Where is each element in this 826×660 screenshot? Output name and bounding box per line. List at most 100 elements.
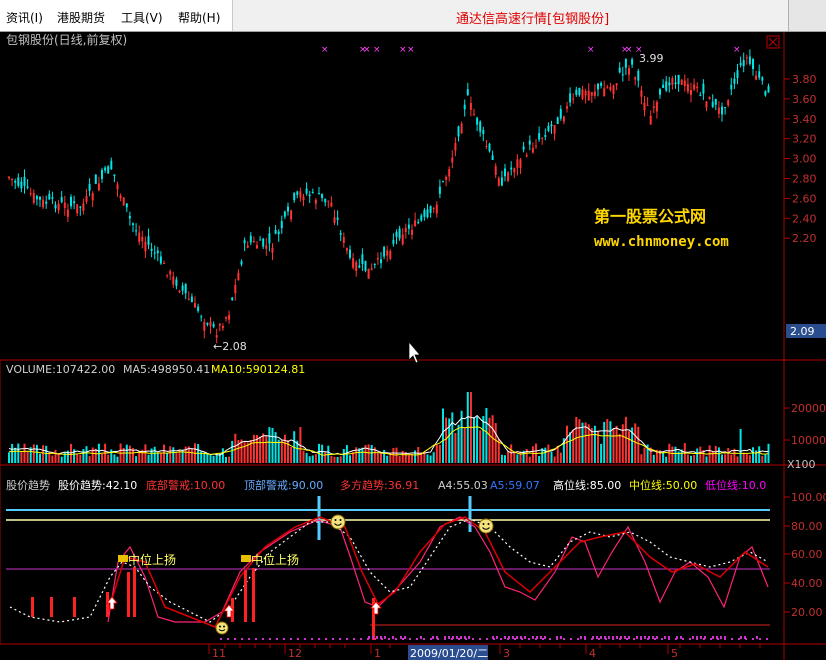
candle-body [337, 218, 339, 220]
candle-body [268, 233, 270, 243]
chart-canvas[interactable]: 包钢股份(日线,前复权) 3.80 3.60 3.40 3.20 3.00 2.80 2.6… [0, 32, 826, 660]
volume-bar [476, 417, 478, 463]
candle-body [148, 236, 150, 244]
indicator-tick-label: 60.00 [791, 548, 823, 561]
volume-bar [27, 452, 29, 463]
candle-body [169, 271, 171, 274]
low-line-dot [744, 636, 746, 639]
low-line-dot [540, 636, 542, 639]
volume-bar [380, 453, 382, 463]
volume-bar [272, 428, 274, 463]
volume-bar [222, 448, 224, 463]
candle-body [631, 59, 633, 64]
candle-body [259, 240, 261, 241]
price-axis: 3.803.603.403.203.002.802.602.402.20 [784, 73, 817, 245]
candle-body [368, 269, 370, 279]
menu-info[interactable]: 资讯(I) [6, 9, 43, 26]
candle-body [625, 59, 627, 68]
menu-tools[interactable]: 工具(V) [121, 9, 163, 26]
volume-bar [107, 455, 109, 463]
indicator-bar [31, 597, 34, 617]
candle-body [303, 197, 305, 200]
candle-body [526, 155, 528, 156]
candle-body [166, 275, 168, 276]
price-tick-label: 2.20 [792, 232, 817, 245]
low-line-dot [636, 636, 638, 639]
candle-body [464, 105, 466, 109]
candle-body [569, 93, 571, 102]
volume-bar [117, 457, 119, 463]
volume-bar [48, 453, 50, 463]
indicator-bar [50, 597, 53, 617]
volume-tick-label: 20000 [791, 402, 826, 415]
low-line-dot [532, 636, 534, 639]
indicator-tick-label: 100.00 [791, 491, 826, 504]
low-line-dot [384, 636, 386, 639]
date-tick-label: 3 [503, 647, 510, 660]
volume-bar [464, 428, 466, 463]
candle-body [361, 254, 363, 264]
low-line-dot [604, 636, 606, 639]
volume-ma10-label: MA10:590124.81 [211, 363, 305, 376]
menu-hk-futures[interactable]: 港股期货 [57, 9, 105, 26]
volume-bar [172, 447, 174, 463]
volume-bar [637, 427, 639, 463]
mid-line-label: 中位线:50.00 [629, 478, 697, 492]
candle-body [761, 77, 763, 80]
candle-body [668, 83, 670, 86]
candle-body [653, 106, 655, 108]
candle-body [278, 232, 280, 235]
volume-bar [70, 444, 72, 463]
candle-body [234, 285, 236, 293]
menu-help[interactable]: 帮助(H) [178, 9, 220, 26]
candle-body [86, 196, 88, 202]
high-line-label: 高位线:85.00 [553, 478, 621, 492]
top-marker: × [363, 45, 371, 55]
candle-body [507, 172, 509, 180]
volume-bar [144, 444, 146, 463]
volume-bar [721, 455, 723, 463]
volume-bar [24, 444, 26, 463]
candle-body [30, 193, 32, 194]
low-line-dot [668, 636, 670, 639]
candlestick-series [8, 49, 770, 343]
candle-body [197, 306, 199, 310]
volume-bar [761, 456, 763, 463]
volume-bar [516, 454, 518, 463]
volume-bar [427, 454, 429, 463]
mid-rise-annotation: 中位上扬 [118, 552, 176, 567]
high-price-label: 3.99 [639, 52, 664, 65]
candle-body [101, 170, 103, 179]
candle-body [420, 215, 422, 220]
candle-body [448, 169, 450, 176]
candle-body [414, 220, 416, 226]
volume-bar [216, 454, 218, 463]
volume-bar [166, 454, 168, 463]
candle-body [535, 146, 537, 147]
volume-bar [157, 452, 159, 463]
volume-bar [262, 433, 264, 463]
indicator-bar [244, 570, 247, 622]
candle-body [377, 258, 379, 259]
volume-bar [473, 417, 475, 463]
candle-body [358, 265, 360, 267]
volume-bar [529, 457, 531, 463]
candle-body [42, 200, 44, 208]
volume-bar [253, 435, 255, 463]
volume-bars [8, 392, 770, 463]
low-line-dot [448, 636, 450, 639]
volume-bar [76, 455, 78, 463]
candle-body [702, 84, 704, 94]
candle-body [386, 250, 388, 255]
volume-bar [163, 445, 165, 463]
candle-body [520, 159, 522, 168]
volume-bar [644, 448, 646, 463]
indicator-tick-label: 80.00 [791, 520, 823, 533]
volume-bar [315, 454, 317, 463]
candle-body [473, 114, 475, 115]
candle-body [89, 184, 91, 191]
candle-body [613, 85, 615, 94]
candle-body [445, 177, 447, 180]
volume-ma5-label: MA5:498950.41 [123, 363, 210, 376]
candle-body [324, 199, 326, 203]
